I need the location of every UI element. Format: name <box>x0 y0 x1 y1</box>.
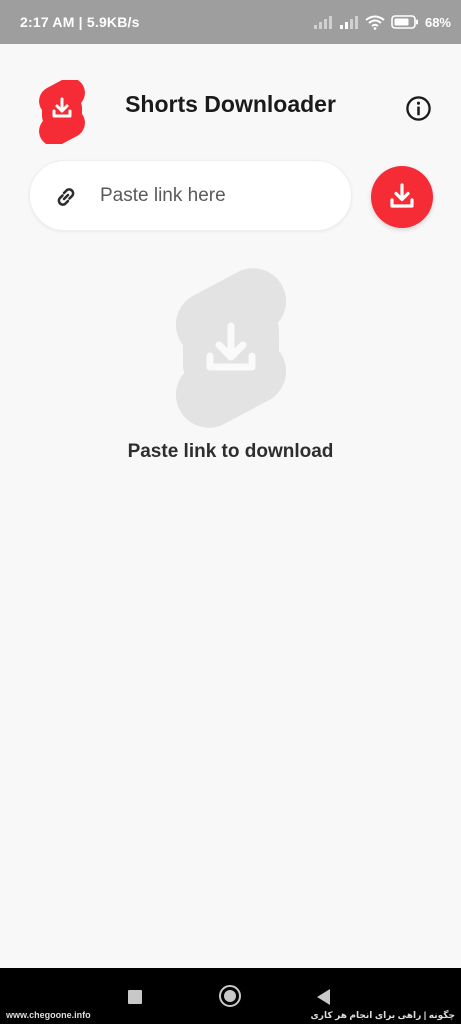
status-separator: | <box>74 14 87 30</box>
status-time: 2:17 AM <box>20 14 75 30</box>
status-bar: 2:17 AM | 5.9KB/s 68% <box>0 0 461 44</box>
link-input[interactable] <box>100 179 340 213</box>
battery-icon <box>391 15 418 29</box>
status-right: 68% <box>313 15 451 30</box>
download-button[interactable] <box>371 166 433 228</box>
link-icon <box>57 188 75 206</box>
status-network-speed: 5.9KB/s <box>86 14 140 30</box>
signal-icon <box>313 16 332 29</box>
link-input-box[interactable] <box>29 160 352 231</box>
back-button[interactable] <box>317 989 330 1005</box>
empty-state-message: Paste link to download <box>127 441 334 462</box>
status-left: 2:17 AM | 5.9KB/s <box>20 14 140 30</box>
recents-button[interactable] <box>128 990 142 1004</box>
wifi-icon <box>365 15 385 30</box>
download-icon <box>390 183 414 208</box>
watermark-right: چگونه | راهی برای انجام هر کاری <box>310 1010 455 1020</box>
shorts-download-placeholder-icon <box>175 268 287 428</box>
home-button[interactable] <box>219 985 241 1007</box>
info-icon[interactable] <box>405 95 432 122</box>
battery-percent: 68% <box>424 14 451 30</box>
signal-icon-2 <box>339 16 358 29</box>
app-bar: Shorts Downloader <box>0 44 461 164</box>
watermark-left: www.chegoone.info <box>6 1010 91 1020</box>
app-title: Shorts Downloader <box>125 91 336 117</box>
